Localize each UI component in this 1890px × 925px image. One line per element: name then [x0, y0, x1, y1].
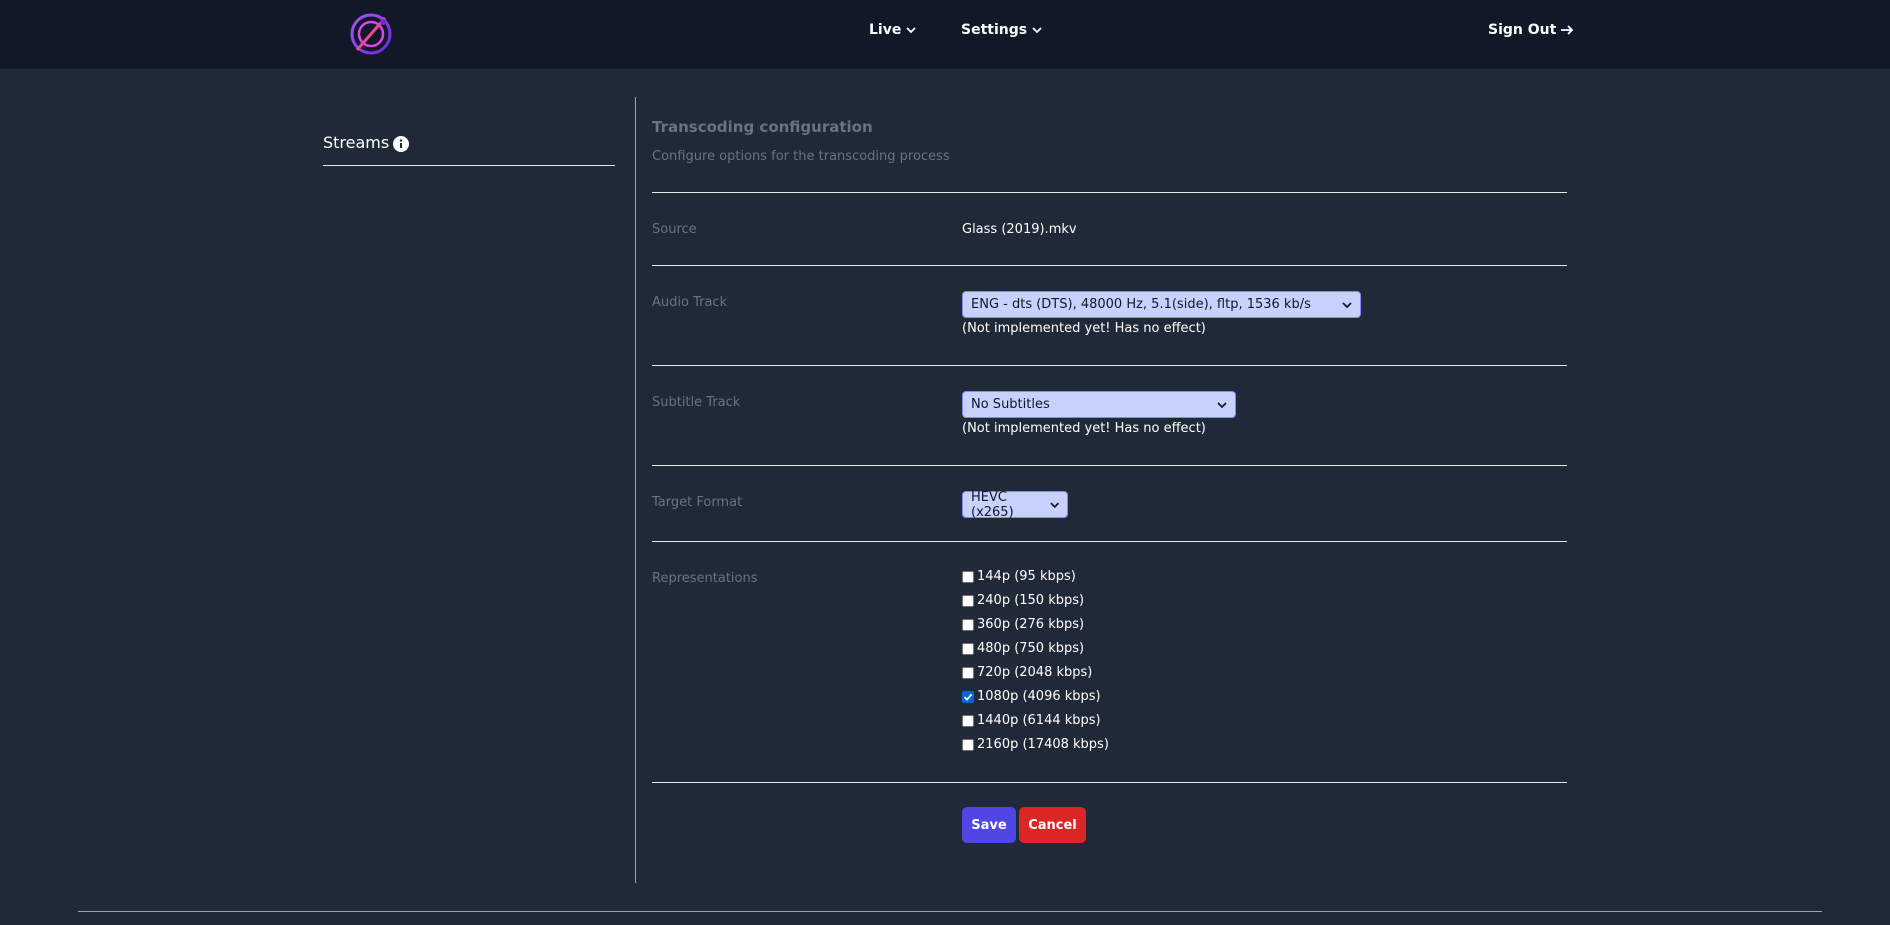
- chevron-down-icon: [1032, 27, 1042, 34]
- target-format-selected: HEVC (x265): [971, 489, 1014, 520]
- subtitle-track-selected: No Subtitles: [971, 397, 1050, 412]
- app-logo-icon[interactable]: [347, 10, 395, 58]
- representation-checkbox[interactable]: [962, 666, 974, 679]
- target-format-select[interactable]: HEVC (x265): [962, 489, 1068, 520]
- representation-option[interactable]: 2160p (17408 kbps): [962, 737, 1109, 752]
- nav-live-menu[interactable]: Live: [869, 22, 917, 38]
- source-value: Glass (2019).mkv: [962, 222, 1077, 237]
- representation-label: 480p (750 kbps): [977, 641, 1085, 656]
- chevron-down-icon: [1342, 301, 1352, 308]
- save-button[interactable]: Save: [962, 807, 1016, 843]
- subtitle-track-note: (Not implemented yet! Has no effect): [962, 421, 1206, 436]
- top-navbar: Live Settings Sign Out: [0, 0, 1890, 69]
- arrow-right-icon: [1561, 25, 1574, 35]
- subtitle-track-label: Subtitle Track: [652, 395, 741, 410]
- representation-checkbox[interactable]: [962, 738, 974, 751]
- footer-divider: [78, 911, 1822, 912]
- vertical-divider: [635, 97, 636, 883]
- divider: [652, 365, 1567, 366]
- sidebar-streams-label: Streams: [323, 133, 390, 152]
- chevron-down-icon: [906, 27, 916, 34]
- representation-option[interactable]: 240p (150 kbps): [962, 593, 1084, 608]
- divider: [652, 192, 1567, 193]
- audio-track-selected: ENG - dts (DTS), 48000 Hz, 5.1(side), fl…: [971, 297, 1311, 312]
- representation-checkbox[interactable]: [962, 642, 974, 655]
- sidebar-streams-tab[interactable]: Streams: [323, 133, 615, 166]
- representation-label: 144p (95 kbps): [977, 569, 1076, 584]
- sign-out-button[interactable]: Sign Out: [1488, 22, 1574, 38]
- subtitle-track-select[interactable]: No Subtitles: [962, 391, 1236, 418]
- divider: [652, 541, 1567, 542]
- cancel-button[interactable]: Cancel: [1019, 807, 1086, 843]
- representation-label: 720p (2048 kbps): [977, 665, 1093, 680]
- representation-label: 1440p (6144 kbps): [977, 713, 1101, 728]
- representation-option[interactable]: 144p (95 kbps): [962, 569, 1076, 584]
- source-label: Source: [652, 222, 697, 237]
- nav-live-label: Live: [869, 22, 902, 38]
- representation-checkbox[interactable]: [962, 570, 974, 583]
- panel-description: Configure options for the transcoding pr…: [652, 149, 950, 164]
- sign-out-label: Sign Out: [1488, 22, 1557, 38]
- representation-label: 2160p (17408 kbps): [977, 737, 1109, 752]
- nav-settings-menu[interactable]: Settings: [961, 22, 1043, 38]
- audio-track-note: (Not implemented yet! Has no effect): [962, 321, 1206, 336]
- representation-label: 1080p (4096 kbps): [977, 689, 1101, 704]
- chevron-down-icon: [1217, 401, 1227, 408]
- representation-checkbox[interactable]: [962, 594, 974, 607]
- representation-option[interactable]: 480p (750 kbps): [962, 641, 1084, 656]
- check-icon: [963, 693, 973, 701]
- info-icon[interactable]: [393, 136, 410, 152]
- representation-checkbox[interactable]: [962, 618, 974, 631]
- divider: [652, 265, 1567, 266]
- representation-label: 360p (276 kbps): [977, 617, 1085, 632]
- representation-checkbox[interactable]: [962, 690, 974, 703]
- representations-label: Representations: [652, 571, 758, 586]
- representation-option[interactable]: 1440p (6144 kbps): [962, 713, 1101, 728]
- divider: [652, 465, 1567, 466]
- representation-label: 240p (150 kbps): [977, 593, 1085, 608]
- representation-checkbox[interactable]: [962, 714, 974, 727]
- chevron-down-icon: [1049, 501, 1059, 508]
- representation-option[interactable]: 360p (276 kbps): [962, 617, 1084, 632]
- representation-option[interactable]: 1080p (4096 kbps): [962, 689, 1101, 704]
- audio-track-select[interactable]: ENG - dts (DTS), 48000 Hz, 5.1(side), fl…: [962, 291, 1361, 318]
- representation-option[interactable]: 720p (2048 kbps): [962, 665, 1092, 680]
- nav-settings-label: Settings: [961, 22, 1028, 38]
- audio-track-label: Audio Track: [652, 295, 728, 310]
- panel-title: Transcoding configuration: [652, 118, 873, 136]
- target-format-label: Target Format: [652, 495, 743, 510]
- divider: [652, 782, 1567, 783]
